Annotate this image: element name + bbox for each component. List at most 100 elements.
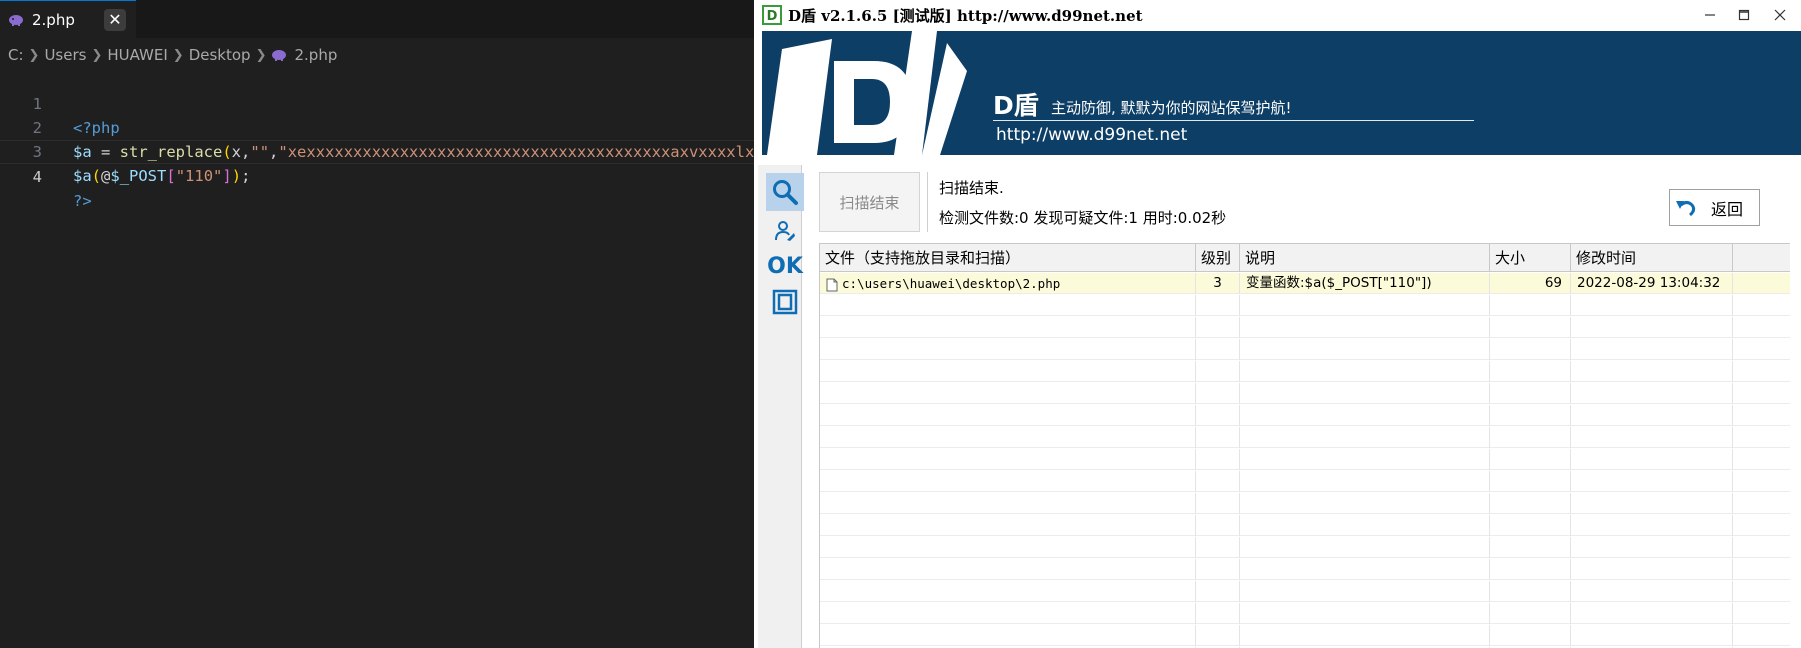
sidebar-ok-button[interactable]: OK: [766, 249, 804, 283]
window-icon: [772, 289, 798, 315]
scan-button[interactable]: 扫描结束: [819, 172, 920, 232]
back-button[interactable]: 返回: [1669, 189, 1760, 226]
sidebar-scan-button[interactable]: [766, 173, 804, 211]
empty-cell: [820, 515, 1196, 536]
cell-level: 3: [1196, 273, 1240, 294]
tab-close-button[interactable]: ✕: [104, 9, 126, 31]
column-header-mtime[interactable]: 修改时间: [1571, 244, 1733, 272]
breadcrumb-item-huawei[interactable]: HUAWEI: [107, 46, 167, 64]
breadcrumb-item-drive[interactable]: C:: [8, 46, 24, 64]
code-token: $a: [73, 167, 92, 185]
cell-file: c:\users\huawei\desktop\2.php: [820, 273, 1196, 294]
empty-table-row: [820, 559, 1790, 580]
code-token: (: [91, 167, 102, 185]
editor-tab[interactable]: 2.php ✕: [0, 0, 136, 38]
empty-cell: [1571, 361, 1733, 382]
empty-table-row: [820, 405, 1790, 426]
empty-cell: [1196, 383, 1240, 404]
code-token: "110": [175, 167, 223, 185]
empty-cell: [820, 493, 1196, 514]
close-icon: [1774, 9, 1786, 21]
empty-table-row: [820, 295, 1790, 316]
cell-description: 变量函数:$a($_POST["110"]): [1240, 273, 1490, 294]
code-token: ): [231, 167, 242, 185]
empty-table-row: [820, 581, 1790, 602]
empty-cell: [1196, 471, 1240, 492]
back-button-label: 返回: [1711, 199, 1744, 219]
empty-cell: [820, 317, 1196, 338]
column-header-size[interactable]: 大小: [1490, 244, 1571, 272]
file-icon: [826, 278, 838, 291]
empty-cell: [1240, 471, 1490, 492]
maximize-button[interactable]: [1727, 0, 1761, 30]
empty-cell: [1571, 339, 1733, 360]
empty-table-row: [820, 537, 1790, 558]
empty-cell: [1196, 405, 1240, 426]
sidebar-window-button[interactable]: [766, 285, 804, 319]
empty-cell: [820, 295, 1196, 316]
empty-cell: [1196, 427, 1240, 448]
empty-cell: [1490, 559, 1571, 580]
empty-cell: [1571, 603, 1733, 624]
empty-cell: [1196, 515, 1240, 536]
undo-arrow-icon: [1676, 200, 1696, 216]
empty-cell: [1240, 559, 1490, 580]
line-number: 4: [32, 168, 42, 186]
empty-cell: [1196, 537, 1240, 558]
breadcrumb-item-users[interactable]: Users: [44, 46, 86, 64]
empty-cell: [1196, 317, 1240, 338]
column-header-file[interactable]: 文件（支持拖放目录和扫描）: [820, 244, 1196, 272]
breadcrumb-item-file[interactable]: 2.php: [294, 46, 337, 64]
empty-cell: [1240, 361, 1490, 382]
empty-cell: [1490, 603, 1571, 624]
empty-cell: [1490, 339, 1571, 360]
sidebar-tools-button[interactable]: [766, 215, 804, 247]
empty-table-row: [820, 383, 1790, 404]
breadcrumb-item-desktop[interactable]: Desktop: [189, 46, 251, 64]
table-row[interactable]: c:\users\huawei\desktop\2.php 3 变量函数:$a(…: [820, 273, 1790, 294]
dshield-window: D D盾 v2.1.6.5 [测试版] http://www.d99net.ne…: [754, 0, 1801, 648]
empty-cell: [1240, 515, 1490, 536]
breadcrumb: C: ❯ Users ❯ HUAWEI ❯ Desktop ❯ 2.php: [8, 44, 337, 66]
empty-cell: [1240, 625, 1490, 646]
minimize-button[interactable]: [1693, 0, 1727, 30]
code-editor: 2.php ✕ C: ❯ Users ❯ HUAWEI ❯ Desktop ❯ …: [0, 0, 783, 648]
results-table[interactable]: 文件（支持拖放目录和扫描） 级别 说明 大小 修改时间 c:\users\hua…: [819, 243, 1790, 648]
empty-cell: [1490, 581, 1571, 602]
column-header-level[interactable]: 级别: [1196, 244, 1240, 272]
empty-cell: [1490, 625, 1571, 646]
empty-cell: [1571, 559, 1733, 580]
empty-table-row: [820, 493, 1790, 514]
empty-cell: [820, 339, 1196, 360]
empty-cell: [1490, 537, 1571, 558]
empty-table-row: [820, 603, 1790, 624]
editor-tab-bar: 2.php ✕: [0, 0, 754, 38]
empty-cell: [1196, 559, 1240, 580]
code-line: 2 $a = str_replace(x,"","xexxxxxxxxxxxxx…: [0, 92, 783, 161]
empty-cell: [1240, 317, 1490, 338]
banner: D盾 主动防御, 默默为你的网站保驾护航! http://www.d99net.…: [762, 31, 1801, 155]
empty-cell: [820, 427, 1196, 448]
cell-size: 69: [1490, 273, 1571, 294]
chevron-right-icon: ❯: [28, 47, 40, 63]
d-shield-logo: [767, 31, 967, 155]
column-header-description[interactable]: 说明: [1240, 244, 1490, 272]
empty-cell: [1196, 625, 1240, 646]
close-button[interactable]: [1763, 0, 1797, 30]
empty-cell: [1571, 515, 1733, 536]
empty-cell: [820, 471, 1196, 492]
code-line: 3 $a(@$_POST["110"]);: [0, 116, 754, 185]
user-tool-icon: [775, 221, 795, 241]
empty-cell: [1196, 493, 1240, 514]
search-icon: [773, 180, 798, 205]
code-token: ;: [241, 167, 251, 185]
empty-table-row: [820, 427, 1790, 448]
empty-cell: [1240, 449, 1490, 470]
empty-cell: [820, 559, 1196, 580]
empty-cell: [820, 603, 1196, 624]
empty-cell: [1490, 471, 1571, 492]
code-area[interactable]: 1 <?php 2 $a = str_replace(x,"","xexxxxx…: [0, 68, 783, 210]
empty-cell: [820, 383, 1196, 404]
code-token: ]: [222, 167, 232, 185]
empty-cell: [1196, 449, 1240, 470]
